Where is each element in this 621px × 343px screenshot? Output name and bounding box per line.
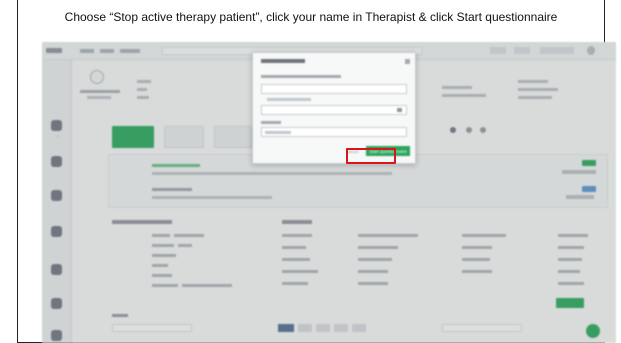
close-icon[interactable] <box>405 59 410 64</box>
dialog-title <box>261 59 305 63</box>
chevron-down-icon[interactable] <box>397 108 402 112</box>
highlight-box <box>346 148 396 164</box>
app-screenshot: — Cancel Start questionnaire <box>42 42 616 343</box>
questionnaire-option-text <box>267 98 311 101</box>
dialog-label <box>261 75 341 78</box>
dialog-label <box>261 121 281 124</box>
instruction-caption: Choose “Stop active therapy patient”, cl… <box>64 10 558 24</box>
questionnaire-select[interactable] <box>261 84 407 94</box>
therapist-select[interactable] <box>261 105 407 115</box>
tutorial-frame: Choose “Stop active therapy patient”, cl… <box>17 0 616 343</box>
date-field-text <box>265 131 291 134</box>
